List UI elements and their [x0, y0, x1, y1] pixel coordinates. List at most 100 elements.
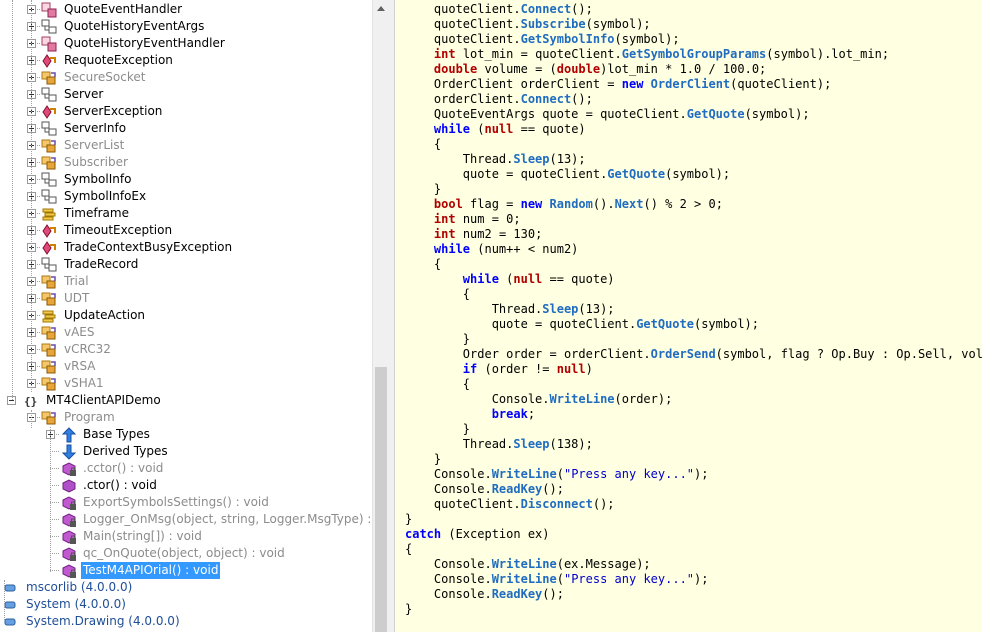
code-token: Console.: [405, 467, 492, 481]
code-line: quote = quoteClient.GetQuote(symbol);: [405, 167, 730, 182]
code-line: Console.ReadKey();: [405, 482, 564, 497]
scroll-thumb[interactable]: [375, 367, 387, 632]
tree-node[interactable]: QuoteHistoryEventArgs: [0, 18, 372, 35]
tree-node[interactable]: vSHA1: [0, 375, 372, 392]
tree-node[interactable]: SymbolInfoEx: [0, 188, 372, 205]
tree-node[interactable]: QuoteEventHandler: [0, 1, 372, 18]
tree-node-label: QuoteHistoryEventHandler: [64, 36, 225, 50]
code-token: }: [405, 182, 442, 196]
tree-node-label: UpdateAction: [64, 308, 146, 322]
tree-node[interactable]: TimeoutException: [0, 222, 372, 239]
tree-node[interactable]: .ctor() : void: [0, 477, 372, 494]
code-token: quoteClient.: [405, 497, 521, 511]
code-token: (symbol);: [744, 107, 810, 121]
tree-guide-line: [4, 580, 5, 620]
tree-node-label: System.Drawing (4.0.0.0): [26, 614, 180, 628]
tree-node[interactable]: vRSA: [0, 358, 372, 375]
method-private-icon: [61, 495, 77, 511]
tree-node[interactable]: Derived Types: [0, 443, 372, 460]
code-token: "Press any key...": [563, 572, 695, 586]
class-internal-icon: [41, 359, 57, 375]
tree-node[interactable]: TradeRecord: [0, 256, 372, 273]
tree-node[interactable]: Timeframe: [0, 205, 372, 222]
class-internal-icon: [41, 291, 57, 307]
code-token: }: [405, 332, 471, 346]
code-token: new: [621, 77, 644, 91]
code-token: null: [484, 122, 514, 136]
code-token: }: [405, 422, 471, 436]
tree-node[interactable]: Trial: [0, 273, 372, 290]
tree-node[interactable]: Base Types: [0, 426, 372, 443]
tree-node[interactable]: vCRC32: [0, 341, 372, 358]
code-token: () % 2 > 0;: [643, 197, 723, 211]
code-token: ();: [571, 2, 593, 16]
tree-node-label: Logger_OnMsg(object, string, Logger.MsgT…: [83, 512, 372, 526]
code-line: catch (Exception ex): [405, 527, 550, 542]
tree-node[interactable]: ServerList: [0, 137, 372, 154]
tree-node[interactable]: ServerException: [0, 103, 372, 120]
code-line: while (null == quote): [405, 122, 586, 137]
code-line: }: [405, 512, 412, 527]
code-line: Thread.Sleep(138);: [405, 437, 593, 452]
code-token: double: [556, 62, 601, 76]
tree-node[interactable]: RequoteException: [0, 52, 372, 69]
tree-node-label: TestM4APIOrial() : void: [81, 562, 221, 579]
code-line: Console.WriteLine(ex.Message);: [405, 557, 651, 572]
tree-node[interactable]: .cctor() : void: [0, 460, 372, 477]
tree-node[interactable]: vAES: [0, 324, 372, 341]
tree-node[interactable]: SymbolInfo: [0, 171, 372, 188]
tree-node[interactable]: UpdateAction: [0, 307, 372, 324]
code-token: Console.: [405, 482, 492, 496]
code-line: Thread.Sleep(13);: [405, 152, 586, 167]
code-line: Order order = orderClient.OrderSend(symb…: [405, 347, 982, 362]
code-line: {: [405, 542, 412, 557]
code-token: }: [405, 512, 413, 526]
tree-node[interactable]: System (4.0.0.0): [0, 596, 372, 613]
assembly-tree[interactable]: QuoteEventHandler QuoteHistoryEventArgs Qu…: [0, 0, 372, 632]
tree-node[interactable]: SecureSocket: [0, 69, 372, 86]
tree-node[interactable]: UDT: [0, 290, 372, 307]
tree-node[interactable]: {} MT4ClientAPIDemo: [0, 392, 372, 409]
tree-node[interactable]: Logger_OnMsg(object, string, Logger.MsgT…: [0, 511, 372, 528]
code-line: }: [405, 452, 441, 467]
tree-node[interactable]: System.Drawing (4.0.0.0): [0, 613, 372, 630]
class-internal-icon: [41, 274, 57, 290]
code-token: Connect: [520, 92, 572, 106]
tree-node[interactable]: Main(string[]) : void: [0, 528, 372, 545]
code-token: (symbol).lot_min;: [766, 47, 890, 61]
code-token: ();: [542, 587, 564, 601]
code-token: (13);: [549, 152, 586, 166]
tree-node[interactable]: TradeContextBusyException: [0, 239, 372, 256]
code-viewer[interactable]: quoteClient.Connect(); quoteClient.Subsc…: [395, 0, 982, 632]
code-line: quoteClient.Connect();: [405, 2, 593, 17]
tree-vertical-scrollbar[interactable]: [372, 0, 389, 632]
tree-node[interactable]: ExportSymbolsSettings() : void: [0, 494, 372, 511]
code-token: }: [405, 452, 442, 466]
code-token: flag =: [462, 197, 521, 211]
code-token: Connect: [520, 2, 572, 16]
tree-node[interactable]: QuoteHistoryEventHandler: [0, 35, 372, 52]
tree-node[interactable]: TestM4APIOrial() : void: [0, 562, 372, 579]
scroll-up-button[interactable]: [373, 0, 389, 17]
tree-node[interactable]: qc_OnQuote(object, object) : void: [0, 545, 372, 562]
tree-node[interactable]: Program: [0, 409, 372, 426]
code-token: new: [520, 197, 543, 211]
method-private-icon: [61, 546, 77, 562]
code-token: )lot_min * 1.0 / 100.0;: [600, 62, 767, 76]
tree-node[interactable]: mscorlib (4.0.0.0): [0, 579, 372, 596]
tree-node[interactable]: Server: [0, 86, 372, 103]
tree-node[interactable]: Subscriber: [0, 154, 372, 171]
tree-node[interactable]: ServerInfo: [0, 120, 372, 137]
tree-node-label: Trial: [64, 274, 89, 288]
code-token: WriteLine: [491, 572, 557, 586]
class-icon: [41, 189, 57, 205]
code-line: int num = 0;: [405, 212, 521, 227]
tree-node-label: RequoteException: [64, 53, 173, 67]
code-token: num = 0;: [455, 212, 521, 226]
code-line: {: [405, 377, 470, 392]
code-line: bool flag = new Random().Next() % 2 > 0;: [405, 197, 723, 212]
